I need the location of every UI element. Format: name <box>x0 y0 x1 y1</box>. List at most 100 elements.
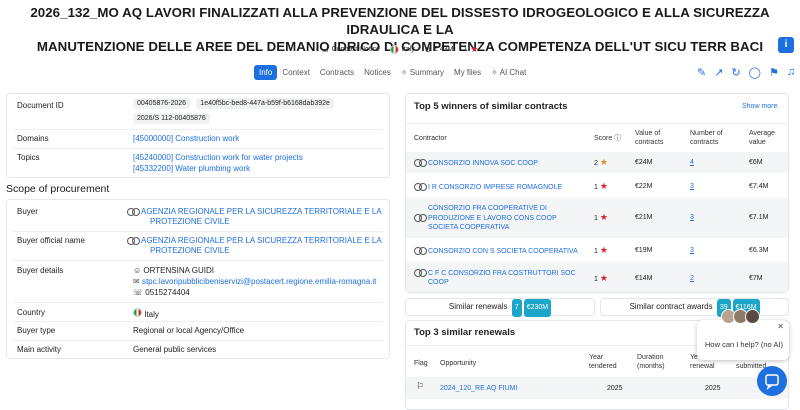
tab-notices[interactable]: Notices <box>359 65 396 80</box>
contact-phone: ☏ 0515274404 <box>133 288 190 297</box>
col-duration: Duration (months) <box>637 354 665 370</box>
person-icon: ☺ <box>133 266 142 275</box>
share-icon[interactable]: ↗ <box>714 66 723 79</box>
divider <box>406 123 788 124</box>
chat-popup[interactable]: ✕ How can I help? (no AI) <box>697 309 789 360</box>
similar-awards-button[interactable]: Similar contract awards 39 €116M <box>600 298 789 317</box>
col-opportunity: Opportunity <box>440 360 477 367</box>
comment-icon[interactable]: ◯ <box>749 66 761 79</box>
country-value: Italy <box>133 308 159 319</box>
contractor-link[interactable]: CONSORZIO CON S SOCIETA COOPERATIVA <box>414 246 578 256</box>
mail-icon: ✉ <box>133 277 140 286</box>
score-badge: 1 ★ <box>463 44 479 54</box>
score-cell: 1 ★ <box>594 212 608 223</box>
average-cell: €6M <box>749 159 763 166</box>
organization-icon <box>414 158 427 167</box>
score-cell: 2 ★ <box>594 157 608 168</box>
flag-icon[interactable]: ⚑ <box>769 66 779 79</box>
average-cell: €7M <box>749 275 763 282</box>
star-icon: ★ <box>599 273 608 283</box>
star-icon: ★ <box>470 44 479 54</box>
score-cell: 1 ★ <box>594 245 608 256</box>
tab-info[interactable]: Info <box>254 65 278 80</box>
document-details-card: Document ID 00405876-2026 1e40f5bc-bed8-… <box>6 93 390 178</box>
divider <box>13 321 383 322</box>
opportunity-link[interactable]: 2024_120_RE AQ FIUMI <box>440 384 517 393</box>
buyer-link[interactable]: AGENZIA REGIONALE PER LA SICUREZZA TERRI… <box>127 207 382 216</box>
topic-link[interactable]: [45332200] Water plumbing work <box>133 164 250 173</box>
show-more-link[interactable]: Show more <box>742 103 777 110</box>
italy-flag-icon <box>389 45 399 54</box>
domain-link[interactable]: [45000000] Construction work <box>133 134 239 143</box>
chat-prompt: How can I help? (no AI) <box>705 340 783 349</box>
buyer-official-link-line2[interactable]: PROTEZIONE CIVILE <box>150 246 230 255</box>
col-average: Average value <box>749 130 775 146</box>
close-icon[interactable]: ✕ <box>777 322 784 331</box>
renewals-count-badge: 7 <box>511 299 522 317</box>
edit-icon[interactable]: ✎ <box>697 66 706 79</box>
divider <box>13 260 383 261</box>
notice-meta: ▭ Contract Notice Italy ⚙ € 43M 1 ★ <box>322 44 478 55</box>
value-cell: €19M <box>635 247 653 254</box>
number-link[interactable]: 2 <box>690 274 694 283</box>
number-link[interactable]: 3 <box>690 213 694 222</box>
info-circle-icon: ⓘ <box>614 135 622 142</box>
contractor-link[interactable]: C F C CONSORZIO FRA COSTRUTTORI SOC COOP <box>414 268 576 287</box>
average-cell: €7.4M <box>749 183 769 190</box>
tab-summary[interactable]: ✧ Summary <box>396 65 449 80</box>
briefcase-icon: ▭ <box>322 46 329 54</box>
star-icon: ★ <box>599 157 608 167</box>
organization-icon <box>414 268 427 277</box>
renewals-value-badge: €230M <box>523 299 552 317</box>
value-cell: €14M <box>635 275 653 282</box>
organization-icon <box>414 213 427 222</box>
tab-ai-chat[interactable]: ✧ AI Chat <box>486 65 531 80</box>
tab-bar: Info Context Contracts Notices ✧ Summary… <box>254 65 531 80</box>
buyer-link-line2[interactable]: PROTEZIONE CIVILE <box>150 217 230 226</box>
country-label: Country <box>17 308 46 317</box>
tab-context[interactable]: Context <box>277 65 315 80</box>
action-icons: ✎ ↗ ↻ ◯ ⚑ ♫ <box>697 66 795 79</box>
document-id-pill: 00405876-2026 <box>133 98 191 109</box>
number-link[interactable]: 3 <box>690 246 694 255</box>
main-activity-label: Main activity <box>17 345 62 354</box>
col-flag: Flag <box>414 360 428 367</box>
organization-icon <box>414 246 427 255</box>
value-cell: €22M <box>635 183 653 190</box>
scope-title: Scope of procurement <box>6 183 110 195</box>
flag-icon[interactable]: ⚐ <box>416 382 424 391</box>
value-badge: ⚙ € 43M <box>424 46 454 54</box>
score-cell: 1 ★ <box>594 181 608 192</box>
contractor-link[interactable]: CONSORZIO INNOVA SOC COOP <box>414 158 538 168</box>
star-icon: ★ <box>599 181 608 191</box>
winners-card: Top 5 winners of similar contracts Show … <box>405 93 789 293</box>
col-value: Value of contracts <box>635 130 664 146</box>
contractor-link[interactable]: I R CONSORZIO IMPRESE ROMAGNOLE <box>414 182 562 192</box>
contractor-link[interactable]: CONSORZIO FRA COOPERATIVE DI PRODUZIONE … <box>414 204 557 232</box>
number-link[interactable]: 4 <box>690 158 694 167</box>
organization-icon <box>127 207 140 216</box>
refresh-icon[interactable]: ↻ <box>731 66 740 79</box>
renewal-year-cell: 2025 <box>705 385 721 392</box>
divider <box>13 129 383 130</box>
number-link[interactable]: 3 <box>690 182 694 191</box>
tab-contracts[interactable]: Contracts <box>315 65 359 80</box>
divider <box>13 302 383 303</box>
document-id-pill: 1e40f5bc-bed8-447a-b59f-b6168dab392e <box>196 98 334 109</box>
document-id-label: Document ID <box>17 101 64 110</box>
bell-icon[interactable]: ♫ <box>787 66 795 79</box>
buyer-official-link[interactable]: AGENZIA REGIONALE PER LA SICUREZZA TERRI… <box>127 236 382 245</box>
phone-icon: ☏ <box>133 288 144 297</box>
divider <box>13 231 383 232</box>
col-year: Year tendered <box>589 354 617 370</box>
similar-renewals-button[interactable]: Similar renewals 7 €230M <box>405 298 595 317</box>
winners-title: Top 5 winners of similar contracts <box>414 101 568 112</box>
buyer-official-label: Buyer official name <box>17 236 85 245</box>
buyer-label: Buyer <box>17 207 38 216</box>
contact-email[interactable]: ✉ stpc.lavoripubblicibeniservizi@postace… <box>133 277 376 286</box>
topic-link[interactable]: [45240000] Construction work for water p… <box>133 153 303 162</box>
info-button[interactable]: i <box>778 37 794 53</box>
page-title-line1: 2026_132_MO AQ LAVORI FINALIZZATI ALLA P… <box>30 5 770 37</box>
tab-my-files[interactable]: My files <box>449 65 486 80</box>
chat-launcher-button[interactable] <box>757 366 787 396</box>
